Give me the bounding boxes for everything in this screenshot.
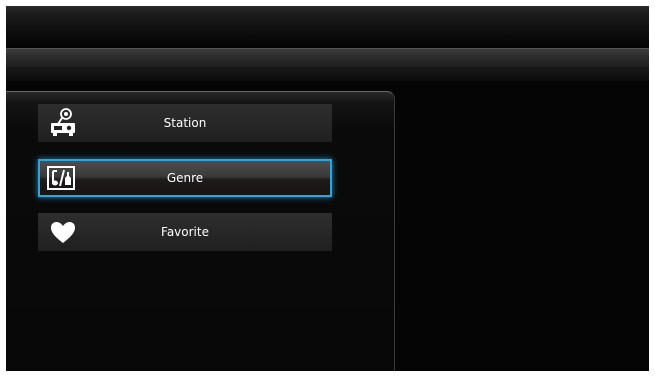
menu-item-label: Genre — [166, 171, 204, 185]
menu-item-label: Favorite — [161, 225, 209, 239]
header-stripe — [6, 48, 649, 68]
header-band — [6, 6, 649, 82]
menu-panel: Station Genre Favorite — [6, 91, 395, 371]
menu-item-favorite[interactable]: Favorite — [38, 213, 332, 251]
menu-item-label: Station — [163, 116, 207, 130]
menu-item-station[interactable]: Station — [38, 104, 332, 142]
tv-screen: Station Genre Favorite — [6, 6, 649, 371]
menu-item-genre[interactable]: Genre — [38, 159, 332, 197]
header-shadow — [6, 67, 649, 81]
